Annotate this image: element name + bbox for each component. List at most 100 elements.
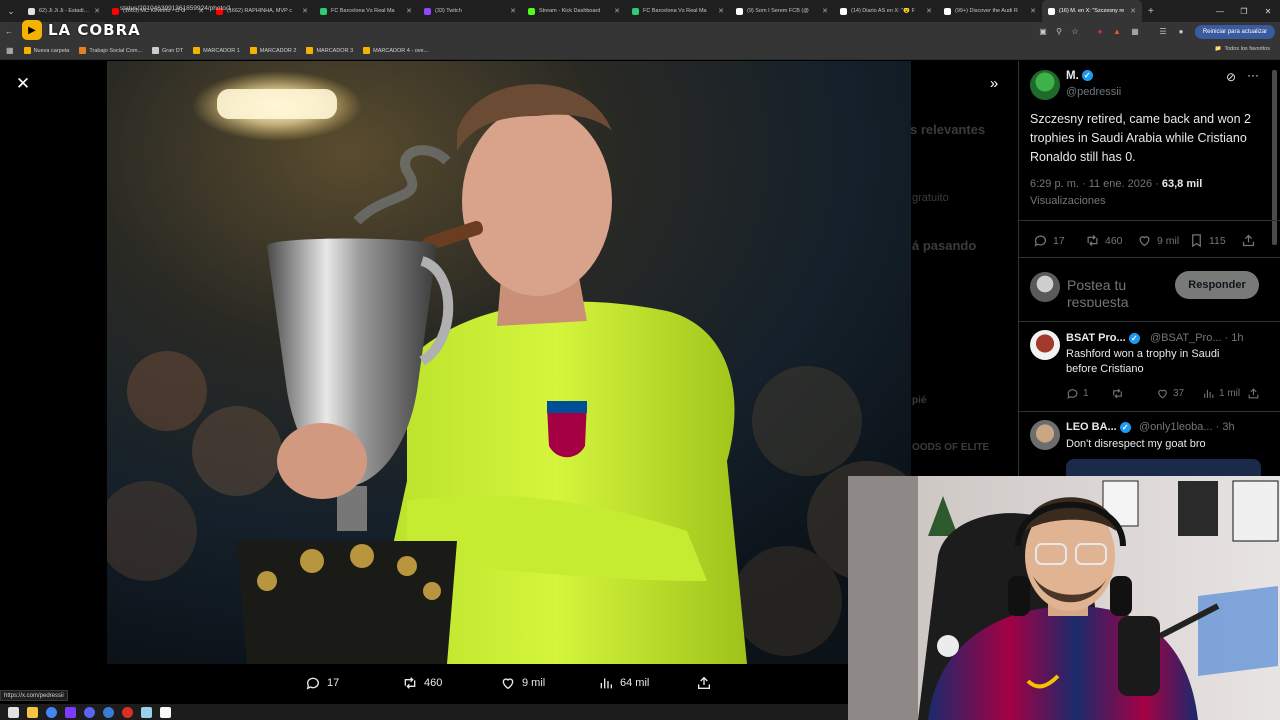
extension-orange-icon[interactable]: ▲ — [1112, 26, 1122, 36]
browser-tab[interactable]: (33) Twitch ✕ — [418, 0, 522, 22]
browser-tab[interactable]: Stream - Kick Dashboard ✕ — [522, 0, 626, 22]
viewer-reply-button[interactable]: 17 — [305, 675, 339, 691]
heart-icon — [1139, 236, 1150, 247]
new-tab-icon[interactable]: + — [1142, 6, 1160, 17]
tweet-photo[interactable] — [107, 61, 911, 664]
reply-count-button[interactable]: 17 — [1033, 233, 1065, 248]
author-avatar[interactable] — [1030, 70, 1060, 100]
tab-title: (33) Twitch — [435, 8, 462, 14]
tab-title: (16) M. en X: "Szczesny re — [1059, 8, 1125, 14]
browser-tab[interactable]: (16) M. en X: "Szczesny re ✕ — [1042, 0, 1142, 22]
back-icon[interactable]: ← — [4, 26, 14, 36]
browser-tab[interactable]: (14) Diario AS en X: "😮 F ✕ — [834, 0, 938, 22]
reply-submit-button[interactable]: Responder — [1175, 271, 1259, 299]
apps-icon[interactable]: ▦ — [6, 46, 14, 55]
reply-repost-button[interactable] — [1111, 387, 1128, 400]
close-window-icon[interactable]: ✕ — [1256, 0, 1280, 22]
viewer-views-button[interactable]: 64 mil — [598, 675, 649, 691]
bookmark-star-icon[interactable]: ☆ — [1070, 26, 1080, 36]
browser-tab[interactable]: FC Barcelona Vs Real Ma ✕ — [626, 0, 730, 22]
extension-red-icon[interactable]: ● — [1095, 26, 1105, 36]
tab-close-icon[interactable]: ✕ — [822, 7, 828, 15]
reply-text: Rashford won a trophy in Saudi before Cr… — [1066, 348, 1220, 375]
toggle-panel-chevron-icon[interactable]: » — [985, 74, 1003, 92]
grok-icon[interactable]: ⊘ — [1226, 70, 1236, 84]
tab-close-icon[interactable]: ✕ — [614, 7, 620, 15]
reply-input[interactable]: Postea tu respuesta — [1067, 277, 1167, 307]
chrome-icon[interactable] — [46, 706, 57, 718]
reply-author-handle[interactable]: @BSAT_Pro... · 1h — [1150, 332, 1244, 344]
tab-close-icon[interactable]: ✕ — [718, 7, 724, 15]
reply-author-name[interactable]: LEO BA... ✓ — [1066, 421, 1131, 433]
address-bar-url[interactable]: status/2010463991361859924/photo/1 — [120, 5, 231, 12]
bookmark-item[interactable]: Nueva carpeta — [23, 47, 69, 54]
obs-icon[interactable] — [122, 706, 133, 718]
all-favorites-folder[interactable]: 📁 Todos los favoritos — [1215, 46, 1270, 52]
reply-share-button[interactable] — [1247, 387, 1260, 400]
bookmark-item[interactable]: MARCADOR 3 — [306, 47, 353, 54]
divider — [1019, 220, 1280, 221]
maximize-icon[interactable]: ❐ — [1232, 0, 1256, 22]
divider — [1019, 321, 1280, 322]
browser-tab[interactable]: (99+) Discover the Audi R ✕ — [938, 0, 1042, 22]
tab-close-icon[interactable]: ✕ — [926, 7, 932, 15]
address-bar-row — [0, 22, 1280, 42]
like-count-button[interactable]: 9 mil — [1137, 233, 1179, 248]
tab-close-icon[interactable]: ✕ — [406, 7, 412, 15]
current-user-avatar[interactable] — [1030, 272, 1060, 302]
author-name[interactable]: M. ✓ — [1066, 70, 1093, 82]
tab-search-icon[interactable]: ⌄ — [0, 0, 22, 22]
divider — [1019, 411, 1280, 412]
install-icon[interactable]: ▣ — [1038, 26, 1048, 36]
reply-avatar[interactable] — [1030, 330, 1060, 360]
browser-tab[interactable]: (9) Som I Serem FCB (@ ✕ — [730, 0, 834, 22]
tab-close-icon[interactable]: ✕ — [1030, 7, 1036, 15]
reply-replies-button[interactable]: 1 — [1066, 387, 1089, 400]
minimize-icon[interactable]: — — [1208, 0, 1232, 22]
bookmark-count-button[interactable]: 115 — [1189, 233, 1226, 248]
reply-avatar[interactable] — [1030, 420, 1060, 450]
restart-to-update-button[interactable]: Reiniciar para actualizar — [1195, 25, 1275, 39]
viewer-repost-button[interactable]: 460 — [402, 675, 442, 691]
ghost-text-goods: OODS OF ELITE — [912, 442, 990, 453]
tab-favicon-icon — [28, 7, 35, 15]
profile-avatar-icon[interactable]: ● — [1176, 26, 1186, 36]
bookmark-item[interactable]: MARCADOR 1 — [193, 47, 240, 54]
tab-close-icon[interactable]: ✕ — [94, 7, 100, 15]
reply-like-button[interactable]: 37 — [1156, 387, 1184, 400]
browser-blue-icon[interactable] — [103, 706, 114, 718]
author-handle[interactable]: @pedressii — [1066, 86, 1121, 98]
browser-tab[interactable]: FC Barcelona Vs Real Ma ✕ — [314, 0, 418, 22]
bookmark-item[interactable]: MARCADOR 2 — [249, 47, 296, 54]
bookmark-item[interactable]: MARCADOR 4 - ove... — [363, 47, 428, 54]
reply-author-handle[interactable]: @only1leoba... · 3h — [1139, 421, 1235, 433]
tab-close-icon[interactable]: ✕ — [510, 7, 516, 15]
bookmark-item[interactable]: Trabajo Social Com... — [79, 47, 142, 54]
sidebar-icon[interactable]: ☰ — [1158, 26, 1168, 36]
close-viewer-icon[interactable]: ✕ — [14, 74, 32, 93]
reply-author-name[interactable]: BSAT Pro... ✓ — [1066, 332, 1140, 344]
tab-close-icon[interactable]: ✕ — [302, 7, 308, 15]
views-chart-icon — [600, 678, 612, 689]
start-windows-icon[interactable] — [8, 706, 19, 718]
browser-tab[interactable]: 62) Ji Ji Ji - Estadio Úni ✕ — [22, 0, 106, 22]
viewer-like-button[interactable]: 9 mil — [500, 675, 545, 691]
viewer-share-button[interactable] — [696, 675, 712, 691]
file-explorer-icon[interactable] — [27, 706, 38, 718]
tab-favicon-icon — [632, 7, 639, 15]
tab-close-icon[interactable]: ✕ — [1130, 7, 1136, 15]
repost-count-button[interactable]: 460 — [1085, 233, 1123, 248]
more-options-icon[interactable]: ··· — [1247, 68, 1259, 82]
share-button[interactable] — [1241, 233, 1256, 248]
app-white-icon[interactable] — [160, 706, 171, 718]
reply-views-button[interactable]: 1 mil — [1202, 387, 1240, 400]
app-purple-icon[interactable] — [65, 706, 76, 718]
panel-scrollbar[interactable] — [1272, 70, 1277, 245]
discord-icon[interactable] — [84, 706, 95, 718]
tab-title: (9) Som I Serem FCB (@ — [747, 8, 809, 14]
app-light-icon[interactable] — [141, 706, 152, 718]
bookmark-icon — [193, 47, 201, 54]
bookmark-item[interactable]: Gran DT — [152, 47, 183, 54]
extensions-puzzle-icon[interactable]: ▦ — [1130, 26, 1140, 36]
zoom-icon[interactable]: ⚲ — [1054, 26, 1064, 36]
